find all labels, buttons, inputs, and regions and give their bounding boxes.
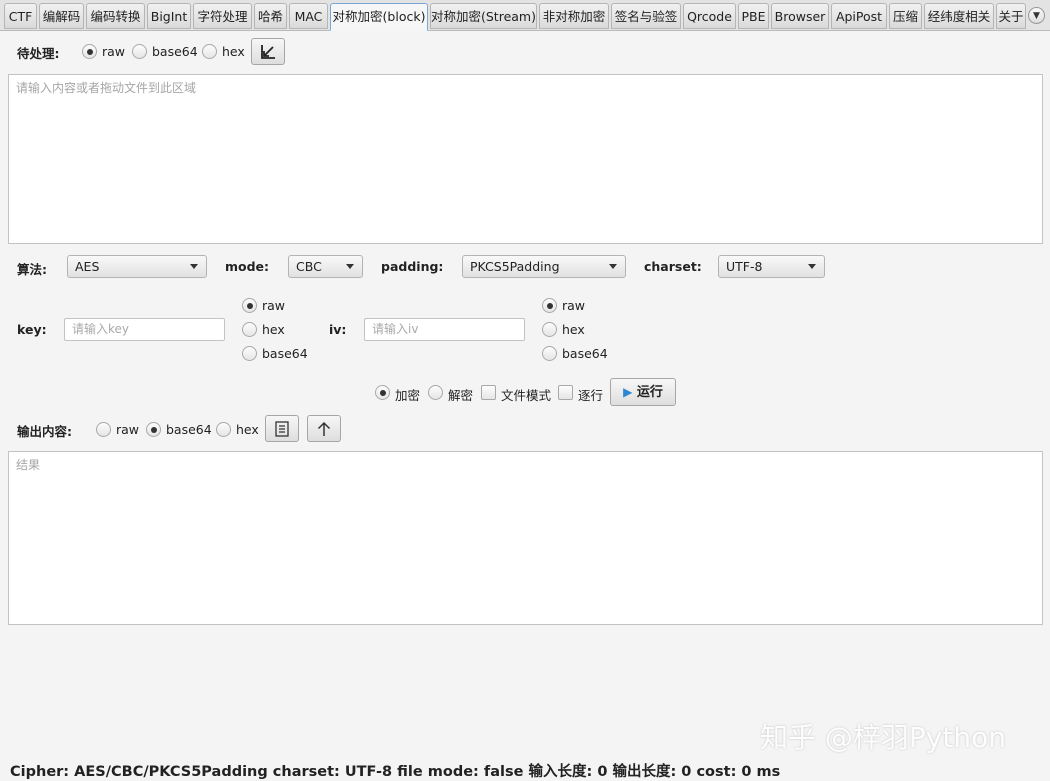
iv-placeholder: 请输入iv: [372, 322, 419, 336]
output-raw-radio[interactable]: [96, 422, 111, 437]
input-base64-radio[interactable]: [132, 44, 147, 59]
iv-hex-label: hex: [562, 322, 585, 337]
key-hex-radio[interactable]: [242, 322, 257, 337]
run-label: 运行: [636, 385, 663, 400]
arrow-up-icon: [317, 421, 331, 436]
tab-symmetric-block[interactable]: 对称加密(block): [330, 3, 428, 31]
tab-symmetric-stream[interactable]: 对称加密(Stream): [430, 3, 537, 29]
algorithm-value: AES: [75, 259, 100, 274]
tab-browser[interactable]: Browser: [771, 3, 829, 29]
line-by-line-label: 逐行: [578, 388, 604, 403]
padding-label: padding:: [381, 259, 444, 274]
key-raw-label: raw: [262, 298, 286, 313]
tab-overflow-menu-icon[interactable]: ▼: [1028, 7, 1045, 24]
input-base64-label: base64: [152, 44, 198, 59]
tab-encoding-convert[interactable]: 编码转换: [86, 3, 145, 29]
input-format-label: 待处理:: [17, 46, 60, 61]
tab-about[interactable]: 关于: [996, 3, 1026, 29]
charset-value: UTF-8: [726, 259, 763, 274]
copy-output-button[interactable]: [265, 415, 299, 442]
file-mode-checkbox[interactable]: [481, 385, 496, 400]
iv-hex-radio[interactable]: [542, 322, 557, 337]
iv-input[interactable]: 请输入iv: [364, 318, 525, 341]
tab-geo[interactable]: 经纬度相关: [924, 3, 994, 29]
input-raw-radio[interactable]: [82, 44, 97, 59]
output-raw-label: raw: [116, 422, 140, 437]
tab-asymmetric[interactable]: 非对称加密: [539, 3, 609, 29]
tab-sign-verify[interactable]: 签名与验签: [611, 3, 681, 29]
iv-base64-radio[interactable]: [542, 346, 557, 361]
output-hex-radio[interactable]: [216, 422, 231, 437]
key-hex-label: hex: [262, 322, 285, 337]
iv-base64-label: base64: [562, 346, 608, 361]
tab-ctf[interactable]: CTF: [4, 3, 37, 29]
output-hex-label: hex: [236, 422, 259, 437]
chevron-down-icon: [190, 264, 198, 269]
encrypt-label: 加密: [395, 388, 421, 403]
iv-raw-radio[interactable]: [542, 298, 557, 313]
decrypt-label: 解密: [448, 388, 474, 403]
run-button[interactable]: ▶ 运行: [610, 378, 676, 406]
file-mode-label: 文件模式: [501, 388, 552, 403]
input-hex-radio[interactable]: [202, 44, 217, 59]
watermark: 知乎 @梓羽Python: [760, 721, 1006, 754]
key-base64-radio[interactable]: [242, 346, 257, 361]
charset-select[interactable]: UTF-8: [718, 255, 825, 278]
tab-bar: CTF 编解码 编码转换 BigInt 字符处理 哈希 MAC 对称加密(blo…: [0, 0, 1050, 31]
chevron-down-icon: [346, 264, 354, 269]
iv-raw-label: raw: [562, 298, 586, 313]
output-base64-radio[interactable]: [146, 422, 161, 437]
charset-label: charset:: [644, 259, 702, 274]
padding-select[interactable]: PKCS5Padding: [462, 255, 626, 278]
import-file-button[interactable]: [251, 38, 285, 65]
key-placeholder: 请输入key: [72, 322, 130, 336]
copy-icon: [275, 421, 289, 437]
tab-apipost[interactable]: ApiPost: [831, 3, 887, 29]
line-by-line-checkbox[interactable]: [558, 385, 573, 400]
input-raw-label: raw: [102, 44, 126, 59]
tab-hash[interactable]: 哈希: [254, 3, 287, 29]
tab-codec[interactable]: 编解码: [39, 3, 84, 29]
status-bar: Cipher: AES/CBC/PKCS5Padding charset: UT…: [10, 764, 781, 780]
input-hex-label: hex: [222, 44, 245, 59]
iv-label: iv:: [329, 322, 347, 337]
key-base64-label: base64: [262, 346, 308, 361]
chevron-down-icon: [808, 264, 816, 269]
input-placeholder: 请输入内容或者拖动文件到此区域: [16, 81, 197, 95]
output-placeholder: 结果: [16, 458, 41, 472]
decrypt-radio[interactable]: [428, 385, 443, 400]
output-format-label: 输出内容:: [17, 424, 72, 439]
key-input[interactable]: 请输入key: [64, 318, 225, 341]
output-base64-label: base64: [166, 422, 212, 437]
algorithm-label: 算法:: [17, 262, 47, 277]
mode-select[interactable]: CBC: [288, 255, 363, 278]
play-icon: ▶: [623, 385, 633, 399]
mode-label: mode:: [225, 259, 270, 274]
key-raw-radio[interactable]: [242, 298, 257, 313]
mode-value: CBC: [296, 259, 322, 274]
output-textarea[interactable]: 结果: [8, 451, 1043, 625]
tab-mac[interactable]: MAC: [289, 3, 328, 29]
algorithm-select[interactable]: AES: [67, 255, 207, 278]
tab-compress[interactable]: 压缩: [889, 3, 922, 29]
key-label: key:: [17, 322, 47, 337]
input-textarea[interactable]: 请输入内容或者拖动文件到此区域: [8, 74, 1043, 244]
encrypt-radio[interactable]: [375, 385, 390, 400]
move-output-up-button[interactable]: [307, 415, 341, 442]
tab-pbe[interactable]: PBE: [738, 3, 769, 29]
tab-qrcode[interactable]: Qrcode: [683, 3, 736, 29]
arrow-down-left-icon: [261, 45, 275, 59]
tab-bigint[interactable]: BigInt: [147, 3, 191, 29]
chevron-down-icon: [609, 264, 617, 269]
padding-value: PKCS5Padding: [470, 259, 560, 274]
tab-string-process[interactable]: 字符处理: [193, 3, 252, 29]
